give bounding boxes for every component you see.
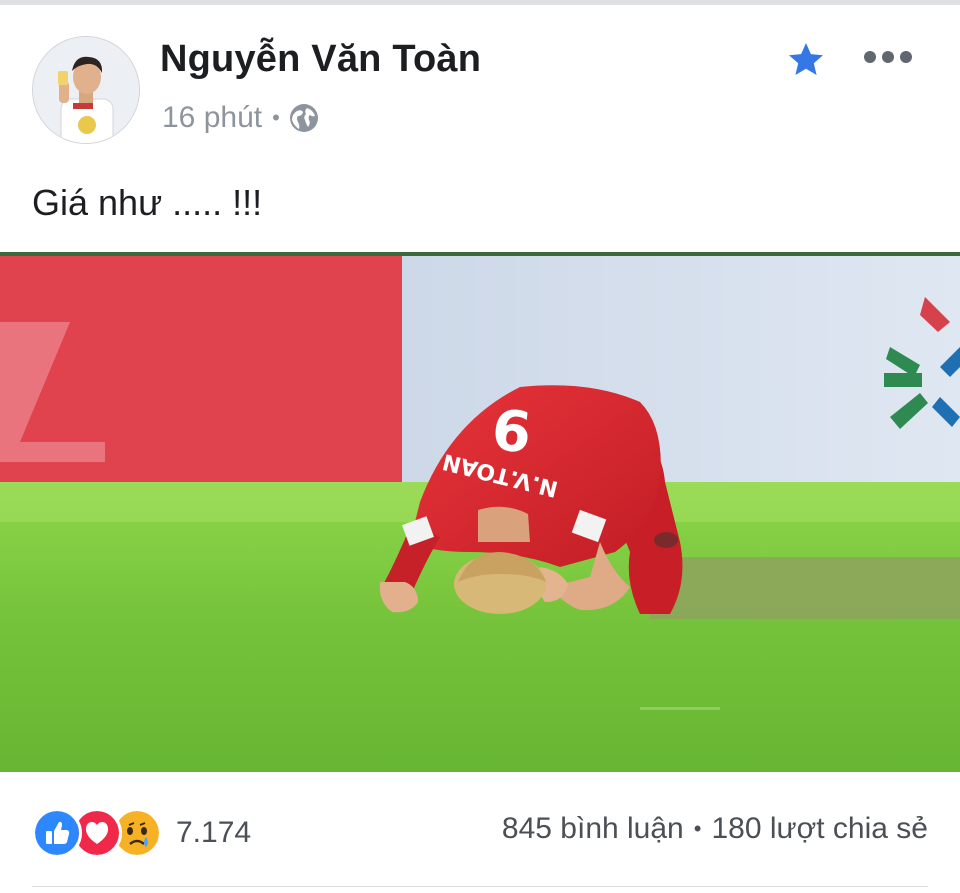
football-photo: 9 N.V.TOAN <box>0 252 960 772</box>
reactions-summary[interactable]: 7.174 <box>32 808 251 858</box>
post-timestamp[interactable]: 16 phút <box>162 101 262 135</box>
author-name[interactable]: Nguyễn Văn Toàn <box>160 38 481 81</box>
comments-count[interactable]: 845 bình luận <box>502 812 684 846</box>
avatar[interactable] <box>32 36 140 144</box>
globe-icon[interactable] <box>288 102 320 134</box>
reaction-count[interactable]: 7.174 <box>176 816 251 850</box>
top-divider <box>0 0 960 5</box>
jersey-number: 9 <box>489 394 535 463</box>
post-stats: 845 bình luận • 180 lượt chia sẻ <box>502 812 928 846</box>
more-icon[interactable] <box>862 44 914 70</box>
meta-separator: • <box>272 105 280 130</box>
stats-separator: • <box>693 816 702 841</box>
like-icon <box>32 808 82 858</box>
shares-count[interactable]: 180 lượt chia sẻ <box>711 812 928 846</box>
avatar-image <box>33 37 139 143</box>
star-icon[interactable] <box>786 40 826 80</box>
post-photo[interactable]: 9 N.V.TOAN <box>0 252 960 772</box>
post-caption: Giá như ..... !!! <box>32 182 263 223</box>
footer-divider <box>32 886 928 887</box>
post-meta: 16 phút • <box>162 98 320 138</box>
